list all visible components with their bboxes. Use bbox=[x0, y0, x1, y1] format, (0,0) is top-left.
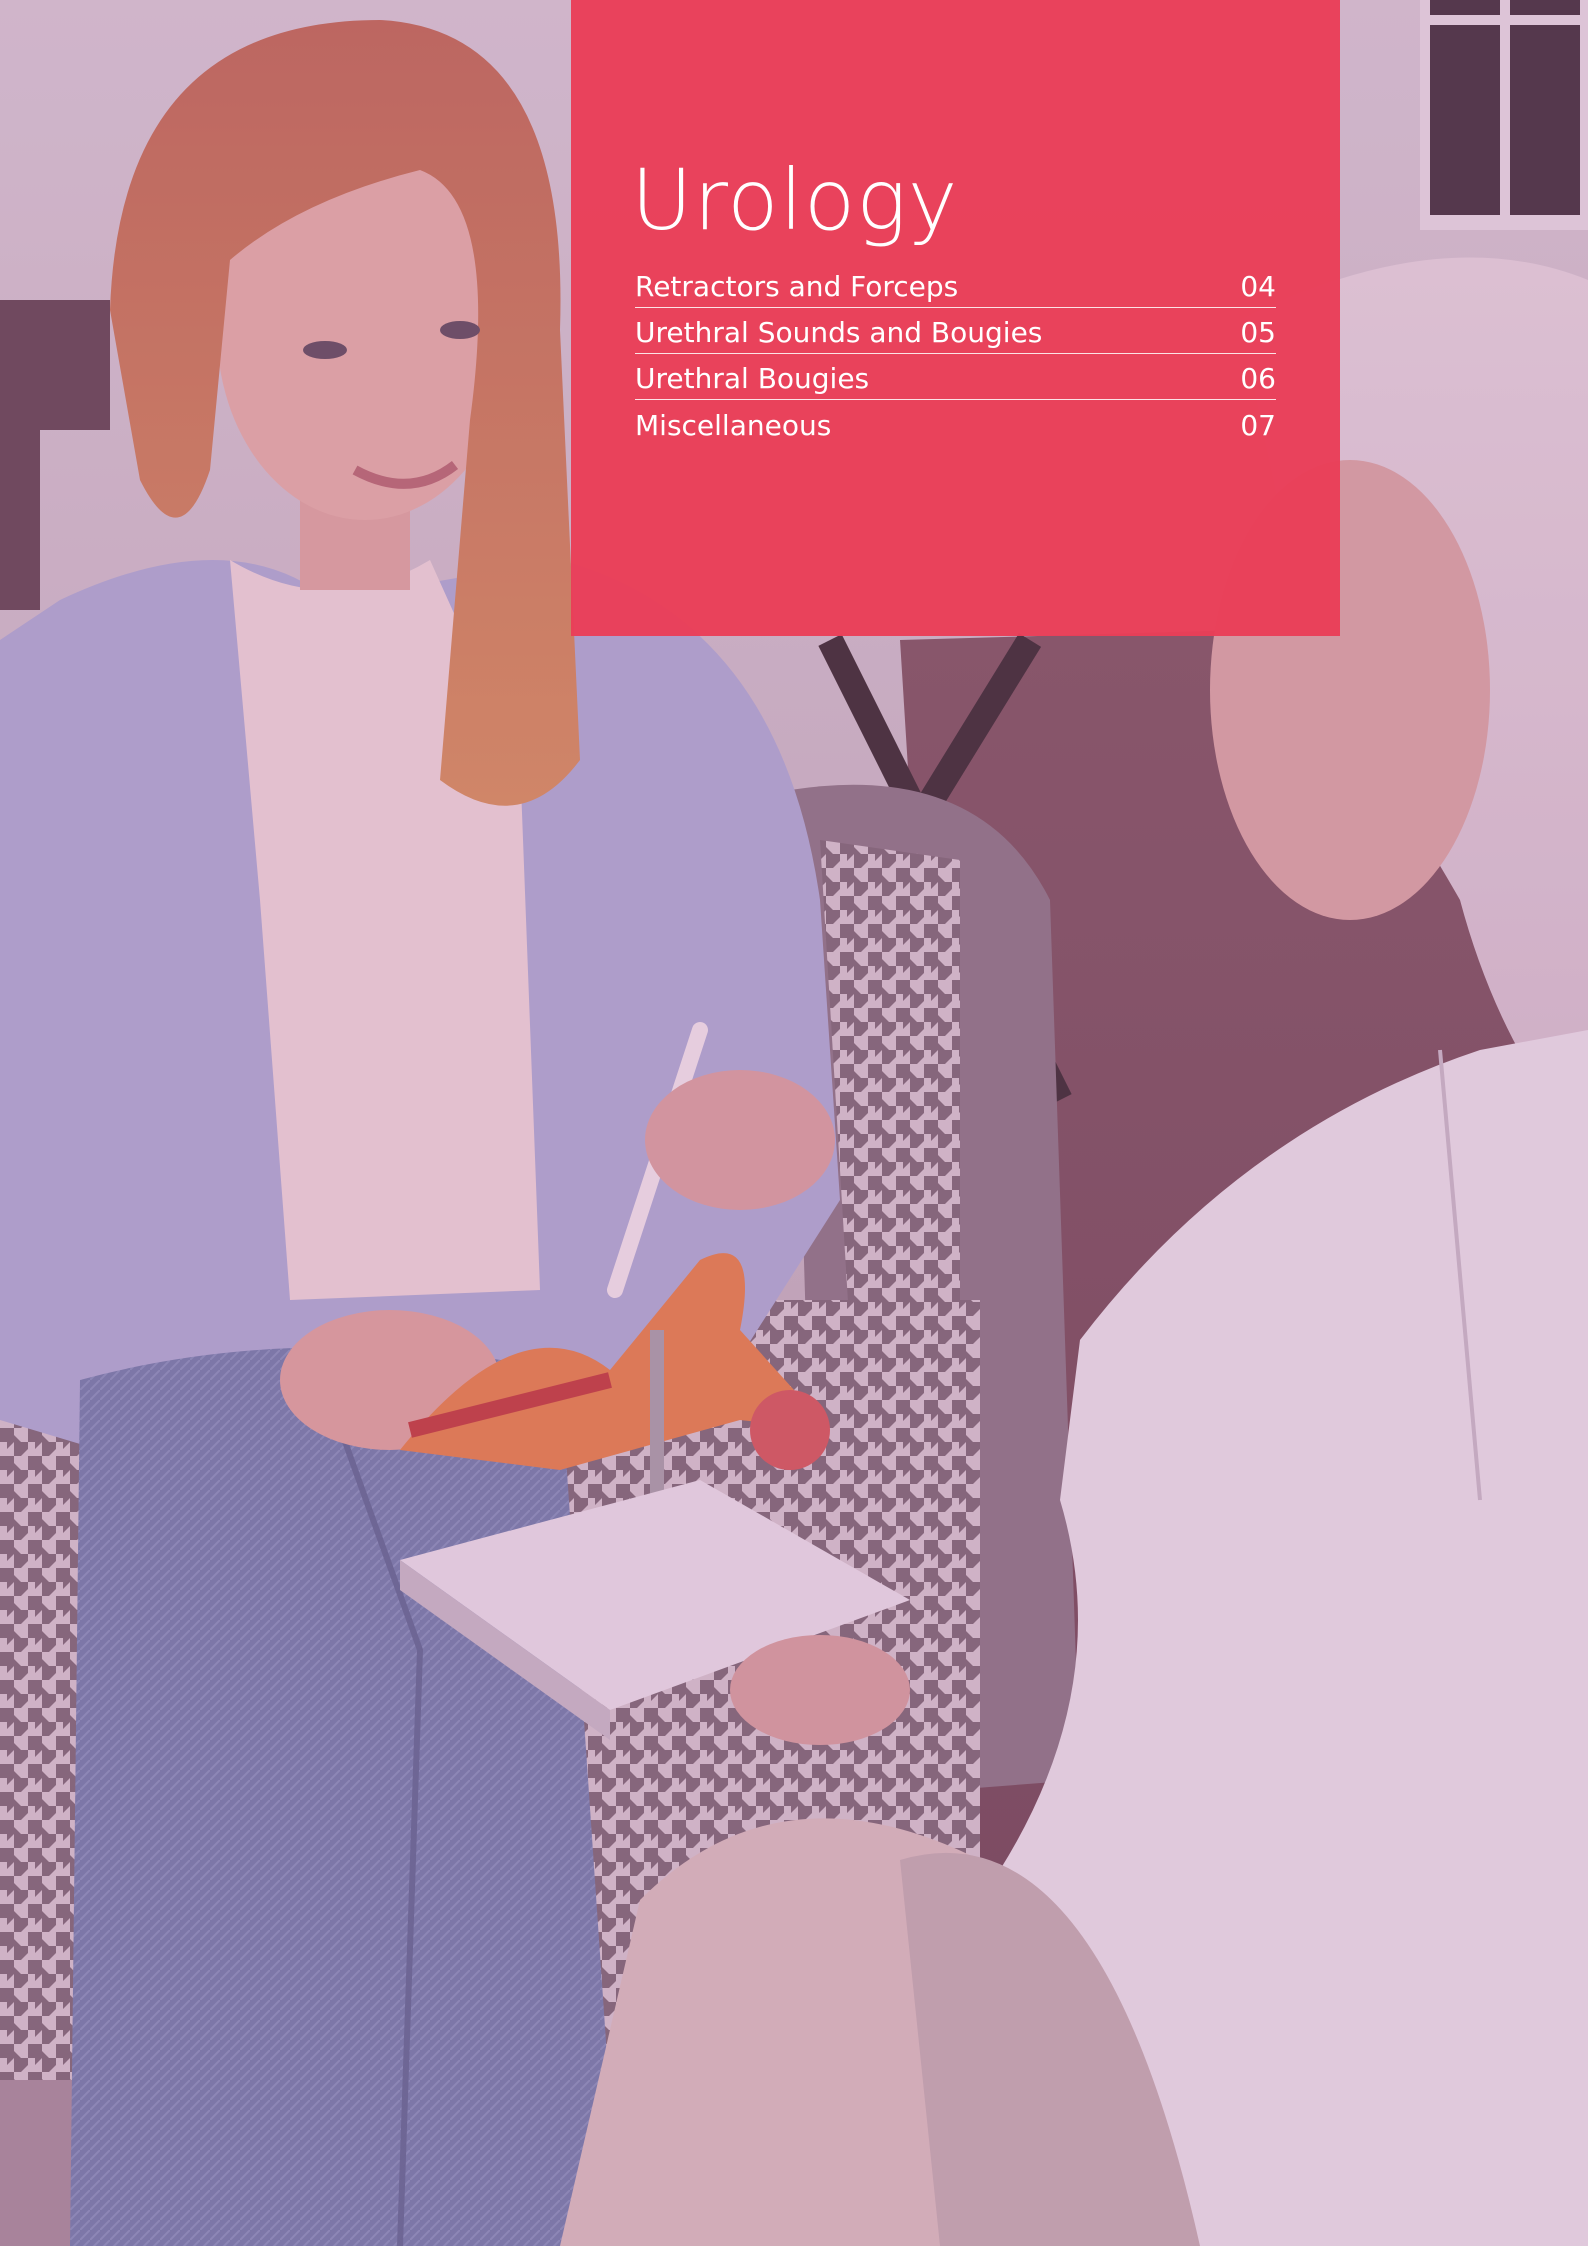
toc-item-page: 05 bbox=[1240, 316, 1276, 349]
section-title: Urology bbox=[631, 151, 959, 249]
toc-item-miscellaneous[interactable]: Miscellaneous 07 bbox=[635, 400, 1276, 446]
toc-panel: Urology Retractors and Forceps 04 Urethr… bbox=[571, 0, 1340, 636]
toc-list: Retractors and Forceps 04 Urethral Sound… bbox=[635, 262, 1276, 446]
toc-item-page: 06 bbox=[1240, 362, 1276, 395]
toc-item-retractors-forceps[interactable]: Retractors and Forceps 04 bbox=[635, 262, 1276, 308]
toc-item-urethral-sounds-bougies[interactable]: Urethral Sounds and Bougies 05 bbox=[635, 308, 1276, 354]
toc-item-page: 04 bbox=[1240, 270, 1276, 303]
toc-item-page: 07 bbox=[1240, 409, 1276, 442]
toc-item-urethral-bougies[interactable]: Urethral Bougies 06 bbox=[635, 354, 1276, 400]
toc-item-label: Retractors and Forceps bbox=[635, 270, 959, 303]
toc-item-label: Miscellaneous bbox=[635, 409, 832, 442]
toc-item-label: Urethral Bougies bbox=[635, 362, 870, 395]
toc-item-label: Urethral Sounds and Bougies bbox=[635, 316, 1043, 349]
